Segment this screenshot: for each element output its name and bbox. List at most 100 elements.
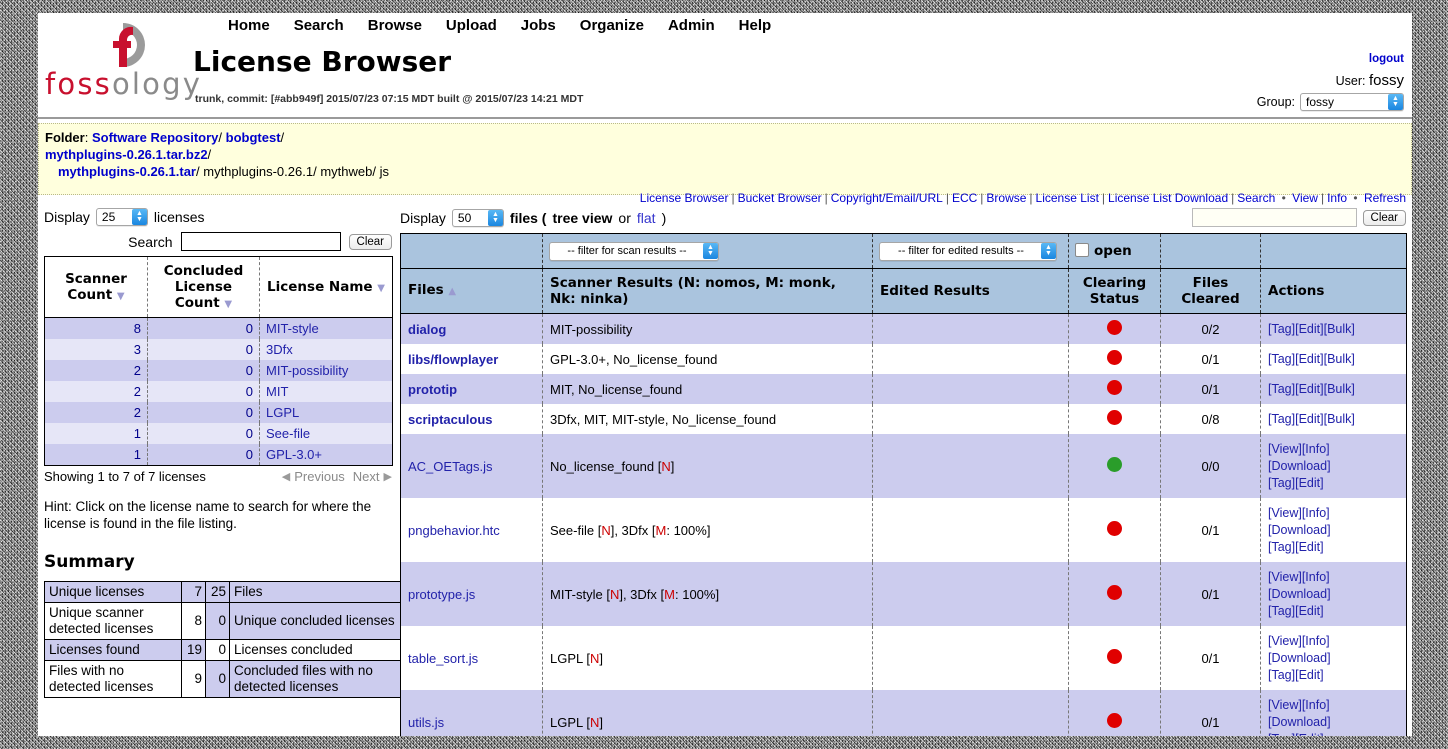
license-name-link[interactable]: MIT-style xyxy=(266,321,319,336)
action-edit-link[interactable]: [Edit] xyxy=(1295,322,1324,336)
nav-upload[interactable]: Upload xyxy=(446,17,497,34)
action-tag-link[interactable]: [Tag] xyxy=(1268,322,1295,336)
action-bulk-link[interactable]: [Bulk] xyxy=(1324,352,1355,366)
menu-license-browser[interactable]: License Browser xyxy=(640,191,729,205)
license-col-scanner-count[interactable]: Scanner Count ▼ xyxy=(44,256,148,318)
file-name-cell[interactable]: libs/flowplayer xyxy=(400,344,543,374)
menu-search[interactable]: Search xyxy=(1237,191,1275,205)
license-previous-button[interactable]: Previous xyxy=(294,469,345,484)
license-name-link[interactable]: GPL-3.0+ xyxy=(266,447,322,462)
breadcrumb-bobgtest[interactable]: bobgtest xyxy=(226,130,281,145)
file-name-cell[interactable]: scriptaculous xyxy=(400,404,543,434)
menu-bucket-browser[interactable]: Bucket Browser xyxy=(738,191,822,205)
nav-search[interactable]: Search xyxy=(294,17,344,34)
action-download-link[interactable]: [Download] xyxy=(1268,587,1331,601)
flat-view-link[interactable]: flat xyxy=(637,210,656,226)
action-download-link[interactable]: [Download] xyxy=(1268,651,1331,665)
menu-ecc[interactable]: ECC xyxy=(952,191,977,205)
menu-refresh[interactable]: Refresh xyxy=(1364,191,1406,205)
file-name-link[interactable]: pngbehavior.htc xyxy=(408,523,500,538)
file-name-cell[interactable]: table_sort.js xyxy=(400,626,543,690)
action-bulk-link[interactable]: [Bulk] xyxy=(1324,322,1355,336)
license-name-cell[interactable]: LGPL xyxy=(259,402,393,423)
file-name-cell[interactable]: utils.js xyxy=(400,690,543,736)
action-tag-link[interactable]: [Tag] xyxy=(1268,352,1295,366)
license-col-license-name[interactable]: License Name ▼ xyxy=(259,256,393,318)
menu-browse[interactable]: Browse xyxy=(986,191,1026,205)
nav-browse[interactable]: Browse xyxy=(368,17,422,34)
action-info-link[interactable]: [Info] xyxy=(1302,698,1330,712)
menu-license-list-download[interactable]: License List Download xyxy=(1108,191,1228,205)
breadcrumb-tar[interactable]: mythplugins-0.26.1.tar xyxy=(58,164,196,179)
file-name-link[interactable]: scriptaculous xyxy=(408,412,493,427)
file-name-link[interactable]: prototip xyxy=(408,382,457,397)
license-name-link[interactable]: MIT xyxy=(266,384,288,399)
action-edit-link[interactable]: [Edit] xyxy=(1295,604,1324,618)
action-view-link[interactable]: [View] xyxy=(1268,442,1302,456)
action-download-link[interactable]: [Download] xyxy=(1268,459,1331,473)
breadcrumb-tar-bz2[interactable]: mythplugins-0.26.1.tar.bz2 xyxy=(45,147,208,162)
license-clear-button[interactable]: Clear xyxy=(348,233,392,250)
nav-help[interactable]: Help xyxy=(739,17,772,34)
scan-results-filter-select[interactable]: -- filter for scan results -- ▲ ▼ xyxy=(549,241,719,261)
file-name-cell[interactable]: pngbehavior.htc xyxy=(400,498,543,562)
license-name-link[interactable]: MIT-possibility xyxy=(266,363,348,378)
action-tag-link[interactable]: [Tag] xyxy=(1268,540,1295,554)
action-download-link[interactable]: [Download] xyxy=(1268,715,1331,729)
menu-info[interactable]: Info xyxy=(1327,191,1347,205)
license-name-link[interactable]: 3Dfx xyxy=(266,342,293,357)
license-name-cell[interactable]: 3Dfx xyxy=(259,339,393,360)
license-name-link[interactable]: LGPL xyxy=(266,405,299,420)
menu-view[interactable]: View xyxy=(1292,191,1318,205)
file-name-link[interactable]: libs/flowplayer xyxy=(408,352,498,367)
action-edit-link[interactable]: [Edit] xyxy=(1295,412,1324,426)
file-name-cell[interactable]: prototip xyxy=(400,374,543,404)
filter-cell-open[interactable]: open xyxy=(1068,233,1161,269)
action-edit-link[interactable]: [Edit] xyxy=(1295,540,1324,554)
action-tag-link[interactable]: [Tag] xyxy=(1268,476,1295,490)
action-tag-link[interactable]: [Tag] xyxy=(1268,604,1295,618)
action-view-link[interactable]: [View] xyxy=(1268,698,1302,712)
nav-admin[interactable]: Admin xyxy=(668,17,715,34)
breadcrumb-software-repository[interactable]: Software Repository xyxy=(92,130,218,145)
logout-link[interactable]: logout xyxy=(1257,53,1404,65)
license-name-cell[interactable]: MIT-style xyxy=(259,317,393,339)
open-checkbox[interactable] xyxy=(1075,243,1089,257)
action-info-link[interactable]: [Info] xyxy=(1302,570,1330,584)
license-next-button[interactable]: Next xyxy=(353,469,380,484)
nav-organize[interactable]: Organize xyxy=(580,17,644,34)
action-view-link[interactable]: [View] xyxy=(1268,570,1302,584)
action-view-link[interactable]: [View] xyxy=(1268,634,1302,648)
license-name-cell[interactable]: See-file xyxy=(259,423,393,444)
action-tag-link[interactable]: [Tag] xyxy=(1268,668,1295,682)
file-name-cell[interactable]: prototype.js xyxy=(400,562,543,626)
file-name-link[interactable]: AC_OETags.js xyxy=(408,459,493,474)
files-search-input[interactable] xyxy=(1191,208,1357,227)
license-col-concluded-count[interactable]: Concluded License Count ▼ xyxy=(147,256,260,318)
nav-home[interactable]: Home xyxy=(228,17,270,34)
group-select[interactable]: fossy ▲ ▼ xyxy=(1300,93,1404,111)
license-name-cell[interactable]: MIT-possibility xyxy=(259,360,393,381)
action-info-link[interactable]: [Info] xyxy=(1302,506,1330,520)
file-name-cell[interactable]: AC_OETags.js xyxy=(400,434,543,498)
action-info-link[interactable]: [Info] xyxy=(1302,442,1330,456)
files-clear-button[interactable]: Clear xyxy=(1362,209,1406,226)
file-name-link[interactable]: utils.js xyxy=(408,715,444,730)
file-name-link[interactable]: prototype.js xyxy=(408,587,475,602)
files-page-size-select[interactable]: 50 ▲ ▼ xyxy=(451,208,504,227)
license-name-link[interactable]: See-file xyxy=(266,426,310,441)
nav-jobs[interactable]: Jobs xyxy=(521,17,556,34)
action-view-link[interactable]: [View] xyxy=(1268,506,1302,520)
license-name-cell[interactable]: GPL-3.0+ xyxy=(259,444,393,466)
action-tag-link[interactable]: [Tag] xyxy=(1268,382,1295,396)
license-search-input[interactable] xyxy=(180,232,341,251)
action-bulk-link[interactable]: [Bulk] xyxy=(1324,382,1355,396)
edited-results-filter-select[interactable]: -- filter for edited results -- ▲ ▼ xyxy=(879,241,1057,261)
action-edit-link[interactable]: [Edit] xyxy=(1295,382,1324,396)
menu-copyright-email-url[interactable]: Copyright/Email/URL xyxy=(831,191,943,205)
files-col-files[interactable]: Files ▲ xyxy=(400,268,543,314)
action-edit-link[interactable]: [Edit] xyxy=(1295,352,1324,366)
menu-license-list[interactable]: License List xyxy=(1036,191,1099,205)
license-page-size-select[interactable]: 25 ▲ ▼ xyxy=(95,208,148,226)
action-edit-link[interactable]: [Edit] xyxy=(1295,476,1324,490)
